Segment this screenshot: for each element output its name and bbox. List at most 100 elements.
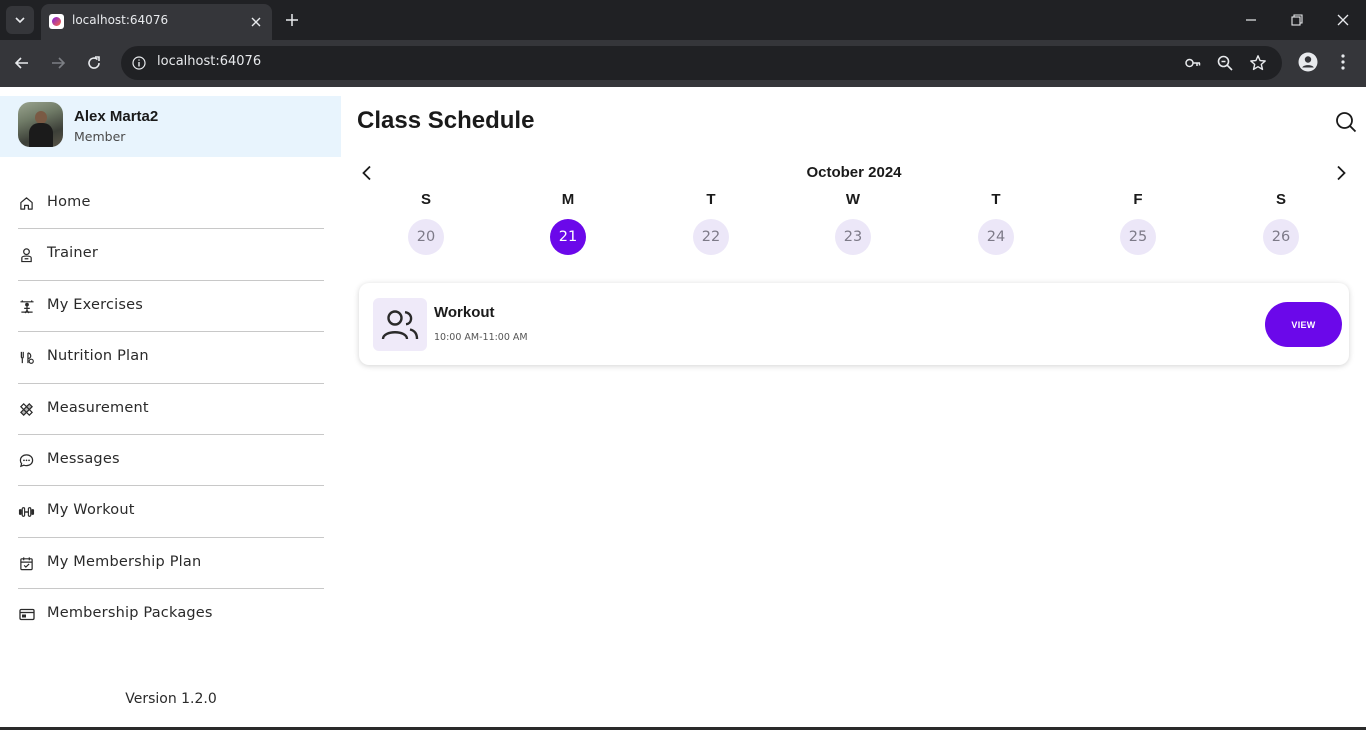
day-number[interactable]: 22 [693, 219, 729, 255]
day-letter: F [1133, 191, 1143, 208]
profile-card[interactable]: Alex Marta2 Member [0, 96, 341, 157]
browser-tab[interactable]: localhost:64076 [41, 4, 272, 40]
reload-button[interactable] [83, 52, 105, 74]
sidebar-item-messages[interactable]: Messages [18, 435, 324, 487]
day-column-monday[interactable]: M 21 [538, 191, 598, 255]
month-label: October 2024 [806, 164, 902, 181]
sidebar-item-label: Trainer [47, 245, 99, 262]
next-month-button[interactable] [1332, 164, 1350, 182]
day-column-tuesday[interactable]: T 22 [681, 191, 741, 255]
sidebar: Alex Marta2 Member Home Trainer My Exerc… [0, 87, 342, 730]
day-letter: S [420, 191, 431, 208]
day-number[interactable]: 23 [835, 219, 871, 255]
card-icon [18, 606, 35, 623]
sidebar-item-home[interactable]: Home [18, 178, 324, 230]
site-info-icon[interactable] [131, 55, 147, 71]
kebab-menu-icon [1341, 54, 1345, 70]
sidebar-item-label: Nutrition Plan [47, 348, 149, 365]
sidebar-item-label: My Membership Plan [47, 553, 202, 570]
day-letter: S [1275, 191, 1286, 208]
day-column-sunday[interactable]: S 20 [396, 191, 456, 255]
sidebar-item-label: Measurement [47, 399, 149, 416]
sidebar-item-my-workout[interactable]: My Workout [18, 486, 324, 538]
restore-icon [1291, 14, 1303, 26]
day-column-wednesday[interactable]: W 23 [823, 191, 883, 255]
bookmark-star-icon[interactable] [1249, 54, 1267, 72]
sidebar-item-label: Membership Packages [47, 605, 213, 622]
address-bar[interactable]: localhost:64076 [121, 46, 1282, 80]
zoom-icon[interactable] [1216, 54, 1234, 72]
sidebar-nav: Home Trainer My Exercises Nutrition Plan… [18, 178, 324, 641]
day-number[interactable]: 20 [408, 219, 444, 255]
forward-button[interactable] [47, 52, 69, 74]
sidebar-item-label: Messages [47, 450, 120, 467]
back-button[interactable] [11, 52, 33, 74]
favicon-icon [49, 14, 64, 29]
sidebar-item-label: Home [47, 194, 91, 210]
browser-toolbar: localhost:64076 [0, 40, 1366, 87]
group-icon [373, 298, 427, 351]
sidebar-item-measurement[interactable]: Measurement [18, 384, 324, 435]
tab-title: localhost:64076 [72, 13, 169, 27]
home-icon [18, 195, 35, 212]
new-tab-button[interactable] [281, 9, 303, 31]
avatar [18, 102, 63, 147]
day-letter: W [845, 191, 861, 208]
sidebar-item-trainer[interactable]: Trainer [18, 229, 324, 281]
arrow-left-icon [14, 57, 28, 69]
tab-search-button[interactable] [6, 6, 34, 34]
browser-profile-button[interactable] [1297, 51, 1319, 73]
restore-button[interactable] [1286, 9, 1308, 31]
dumbbell-icon [18, 503, 35, 520]
search-button[interactable] [1334, 110, 1358, 134]
minimize-icon [1246, 19, 1256, 21]
calendar-icon [18, 555, 35, 572]
class-time: 10:00 AM-11:00 AM [434, 332, 528, 343]
day-letter: T [991, 191, 1001, 208]
close-window-button[interactable] [1332, 9, 1354, 31]
day-number[interactable]: 24 [978, 219, 1014, 255]
trainer-icon [18, 246, 35, 263]
exercises-icon [18, 298, 35, 315]
minimize-button[interactable] [1240, 9, 1262, 31]
measurement-icon [18, 401, 35, 418]
chevron-down-icon [15, 17, 25, 24]
class-card[interactable]: Workout 10:00 AM-11:00 AM VIEW [359, 283, 1349, 365]
nutrition-icon [18, 349, 35, 366]
day-letter: T [706, 191, 716, 208]
sidebar-item-label: My Workout [47, 502, 135, 519]
user-role: Member [74, 129, 126, 144]
browser-menu-button[interactable] [1336, 51, 1350, 73]
sidebar-item-my-exercises[interactable]: My Exercises [18, 281, 324, 333]
tab-close-button[interactable] [248, 14, 264, 30]
search-icon [1336, 112, 1357, 133]
day-letter: M [561, 191, 575, 208]
plus-icon [286, 14, 298, 26]
arrow-right-icon [52, 57, 66, 69]
messages-icon [18, 452, 35, 469]
close-icon [1337, 14, 1349, 26]
sidebar-item-label: My Exercises [47, 296, 143, 313]
url-text[interactable]: localhost:64076 [157, 54, 261, 69]
sidebar-item-my-membership-plan[interactable]: My Membership Plan [18, 538, 324, 590]
account-icon [1298, 52, 1318, 72]
reload-icon [88, 56, 100, 69]
close-icon [251, 17, 261, 27]
sidebar-item-membership-packages[interactable]: Membership Packages [18, 589, 324, 640]
sidebar-item-nutrition-plan[interactable]: Nutrition Plan [18, 332, 324, 384]
page-title: Class Schedule [357, 107, 535, 134]
chevron-right-icon [1337, 165, 1346, 181]
day-number-selected[interactable]: 21 [550, 219, 586, 255]
app-version: Version 1.2.0 [125, 691, 217, 707]
password-key-icon[interactable] [1184, 54, 1202, 72]
day-column-saturday[interactable]: S 26 [1251, 191, 1311, 255]
day-column-friday[interactable]: F 25 [1108, 191, 1168, 255]
day-number[interactable]: 25 [1120, 219, 1156, 255]
user-name: Alex Marta2 [74, 108, 159, 125]
day-number[interactable]: 26 [1263, 219, 1299, 255]
browser-tab-bar: localhost:64076 [0, 0, 1366, 40]
main-content: Class Schedule October 2024 S 20 M 21 T … [342, 87, 1366, 730]
day-column-thursday[interactable]: T 24 [966, 191, 1026, 255]
class-name: Workout [434, 304, 495, 321]
view-class-button[interactable]: VIEW [1265, 302, 1342, 347]
